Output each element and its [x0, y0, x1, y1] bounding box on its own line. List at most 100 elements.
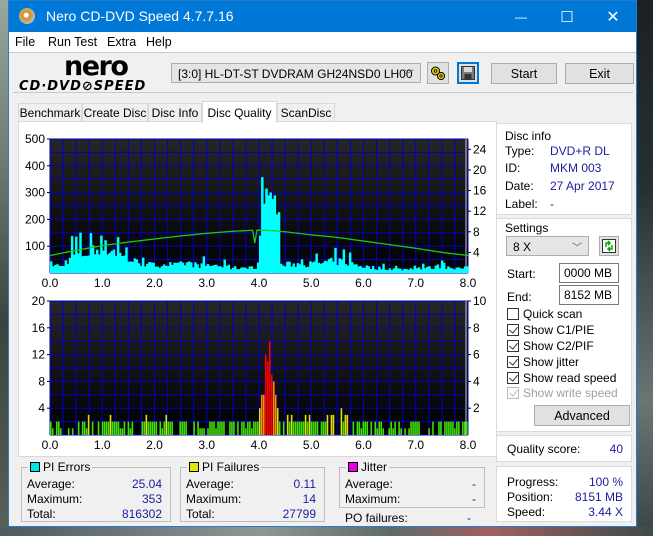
pi-failures-legend-swatch [189, 462, 199, 472]
refresh-speeds-button[interactable] [599, 236, 619, 256]
menu-help[interactable]: Help [146, 35, 172, 49]
x-tick-label: 0.0 [42, 438, 59, 452]
title-bar[interactable]: Nero CD-DVD Speed 4.7.7.16 — ☐ ✕ [9, 1, 636, 32]
minimize-button[interactable]: — [498, 1, 544, 32]
show-c2pif-label[interactable]: Show C2/PIF [523, 339, 594, 353]
pi-failures-bar [215, 428, 217, 435]
pi-failures-bar [410, 421, 412, 435]
y-tick-label: 300 [25, 186, 45, 200]
pi-failures-bar [103, 421, 106, 435]
pi-failures-bar [392, 428, 394, 435]
pi-failures-bar [262, 394, 265, 435]
menu-extra[interactable]: Extra [107, 35, 136, 49]
pi-failures-bar [394, 421, 396, 435]
pi-failures-bar [452, 421, 454, 435]
x-tick-label: 3.0 [198, 438, 215, 452]
disc-id-value: MKM 003 [550, 161, 602, 175]
pi-failures-bar [57, 421, 60, 435]
pi-failures-bar [454, 428, 456, 435]
pi-failures-bar [209, 421, 211, 435]
exit-button[interactable]: Exit [565, 63, 634, 84]
show-c2pif-checkbox[interactable] [507, 340, 519, 352]
desktop-background-right [637, 0, 653, 536]
tab-disc-quality[interactable]: Disc Quality [202, 101, 277, 123]
x-tick-label: 7.0 [407, 276, 424, 290]
x-tick-label: 3.0 [198, 276, 215, 290]
position-value: 8151 MB [574, 490, 623, 504]
pi-failures-bar [322, 421, 325, 435]
pi-errors-maximum-value: 353 [141, 492, 162, 506]
pi-failures-bar [51, 428, 54, 435]
pi-failures-bar [356, 421, 359, 435]
speed-select[interactable]: 8 X ﹀ [506, 236, 589, 256]
jitter-maximum-value: - [472, 492, 476, 506]
pi-failures-bar [171, 421, 174, 435]
show-c1pie-label[interactable]: Show C1/PIE [523, 323, 594, 337]
pi-failures-bar [165, 414, 168, 435]
pi-failures-bar [462, 421, 464, 435]
start-button[interactable]: Start [491, 63, 557, 84]
pi-failures-bar [87, 414, 90, 435]
pi-failures-bar [312, 421, 315, 435]
x-tick-label: 1.0 [94, 276, 111, 290]
pi-failures-bar [97, 421, 100, 435]
pi-failures-bar [159, 421, 162, 435]
pi-failures-bar [143, 421, 146, 435]
show-read-speed-label[interactable]: Show read speed [523, 371, 616, 385]
tab-benchmark[interactable]: Benchmark [18, 103, 82, 122]
pi-failures-bar [352, 421, 355, 435]
end-input[interactable] [559, 285, 619, 305]
pi-failures-bar [237, 421, 239, 435]
pi-failures-bar [404, 428, 406, 435]
tab-create-disc[interactable]: Create Disc [82, 103, 148, 122]
save-button[interactable] [457, 62, 479, 84]
tab-disc-info[interactable]: Disc Info [148, 103, 202, 122]
y-tick-label: 12 [32, 348, 46, 362]
show-c1pie-checkbox[interactable] [507, 324, 519, 336]
jitter-average-value: - [472, 477, 476, 491]
pi-failures-bar [111, 421, 114, 435]
pi-failures-bar [448, 421, 450, 435]
quick-scan-checkbox[interactable] [507, 308, 519, 320]
menu-run-test[interactable]: Run Test [48, 35, 97, 49]
pi-failures-maximum-value: 14 [302, 492, 316, 506]
pi-failures-bar [300, 421, 303, 435]
show-jitter-label[interactable]: Show jitter [523, 355, 579, 369]
pi-failures-bar [249, 421, 251, 435]
pi-failures-bar [127, 421, 130, 435]
x-tick-label: 1.0 [94, 438, 111, 452]
pi-errors-legend-swatch [30, 462, 40, 472]
show-read-speed-checkbox[interactable] [507, 372, 519, 384]
start-input[interactable] [559, 263, 619, 283]
pi-failures-bar [233, 421, 235, 435]
quick-scan-label[interactable]: Quick scan [523, 307, 582, 321]
pi-failures-maximum-label: Maximum: [186, 492, 242, 506]
po-failures-value: - [467, 511, 471, 525]
maximize-button[interactable]: ☐ [544, 1, 590, 32]
jitter-legend-swatch [348, 462, 358, 472]
show-jitter-checkbox[interactable] [507, 356, 519, 368]
pi-failures-bar [219, 421, 221, 435]
y-tick-label: 16 [32, 321, 46, 335]
pi-failures-bar [197, 421, 199, 435]
jitter-group: Jitter Average: - Maximum: - [339, 460, 485, 508]
pi-failures-bar [332, 414, 335, 435]
drive-select[interactable]: [3:0] HL-DT-ST DVDRAM GH24NSD0 LH00 ﹀ [171, 63, 421, 83]
pi-failures-bar [183, 421, 185, 435]
pi-failures-bar [296, 421, 299, 435]
close-button[interactable]: ✕ [590, 1, 636, 32]
x-tick-label: 2.0 [146, 276, 163, 290]
pi-failures-bar [446, 421, 448, 435]
menu-file[interactable]: File [15, 35, 35, 49]
tab-scandisc[interactable]: ScanDisc [277, 103, 335, 122]
drive-settings-button[interactable] [427, 62, 449, 84]
y-tick-label: 20 [32, 294, 46, 308]
pi-failures-bar [444, 421, 446, 435]
pi-failures-bar [382, 428, 384, 435]
advanced-button[interactable]: Advanced [534, 405, 630, 426]
pi-failures-bar [366, 421, 369, 435]
pi-errors-maximum-label: Maximum: [27, 492, 83, 506]
pi-failures-bar [221, 421, 223, 435]
pi-failures-bar [438, 421, 440, 435]
pi-failures-average-value: 0.11 [293, 477, 316, 491]
